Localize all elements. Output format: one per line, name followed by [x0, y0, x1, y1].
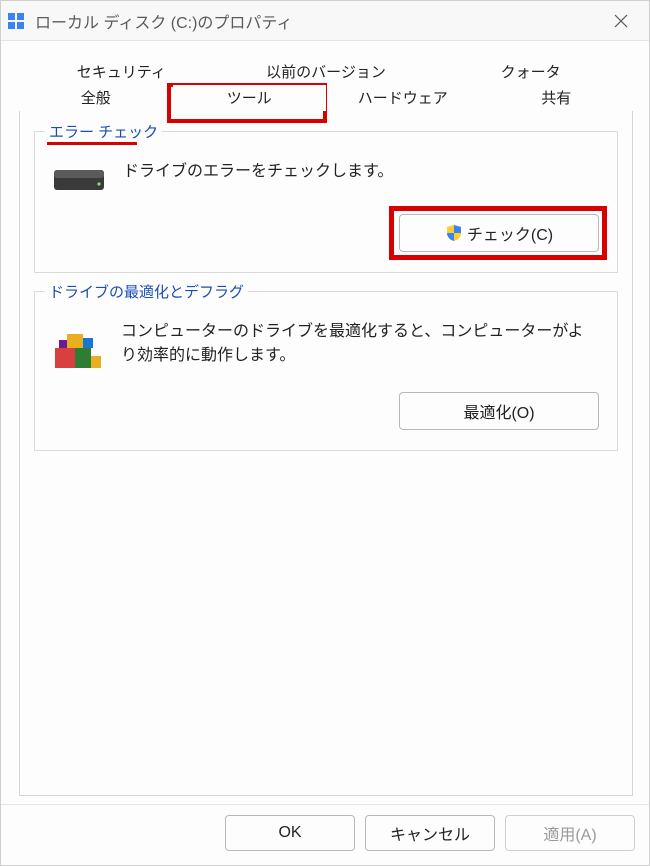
defrag-blocks-icon: [53, 322, 103, 372]
dialog-button-bar: OK キャンセル 適用(A): [1, 804, 649, 865]
shield-icon: [445, 224, 463, 242]
drive-icon: [53, 164, 105, 194]
tabs-row-1: セキュリティ 以前のバージョン クォータ: [19, 59, 633, 85]
tab-sharing[interactable]: 共有: [480, 85, 634, 111]
close-icon: [614, 14, 628, 28]
defrag-description: コンピューターのドライブを最適化すると、コンピューターがより効率的に動作します。: [121, 320, 599, 368]
tab-general[interactable]: 全般: [19, 85, 173, 111]
group-optimize-defrag: ドライブの最適化とデフラグ コンピューターのドライブを最適化すると、コンピュータ…: [34, 291, 618, 451]
check-button-label: チェック(C): [467, 221, 553, 245]
cancel-button[interactable]: キャンセル: [365, 815, 495, 851]
tab-tools[interactable]: ツール: [173, 85, 327, 111]
ok-button[interactable]: OK: [225, 815, 355, 851]
group-legend-error-checking: エラー チェック: [45, 121, 162, 142]
group-legend-defrag: ドライブの最適化とデフラグ: [45, 281, 248, 302]
close-button[interactable]: [599, 3, 643, 39]
check-button[interactable]: チェック(C): [399, 214, 599, 252]
tab-previous-versions[interactable]: 以前のバージョン: [224, 59, 429, 85]
app-icon: [7, 12, 25, 30]
optimize-button[interactable]: 最適化(O): [399, 392, 599, 430]
tab-panel-tools: エラー チェック ドライブのエラーをチェックします。: [19, 110, 633, 796]
tab-security[interactable]: セキュリティ: [19, 59, 224, 85]
apply-button[interactable]: 適用(A): [505, 815, 635, 851]
annotation-legend-underline: [47, 142, 137, 145]
error-check-description: ドライブのエラーをチェックします。: [123, 160, 599, 184]
group-error-checking: エラー チェック ドライブのエラーをチェックします。: [34, 131, 618, 273]
tabs-row-2: 全般 ツール ハードウェア 共有: [19, 85, 633, 111]
window-title: ローカル ディスク (C:)のプロパティ: [35, 9, 599, 33]
titlebar: ローカル ディスク (C:)のプロパティ: [1, 1, 649, 41]
properties-dialog: ローカル ディスク (C:)のプロパティ セキュリティ 以前のバージョン クォー…: [0, 0, 650, 866]
optimize-button-label: 最適化(O): [463, 399, 534, 423]
tab-quota[interactable]: クォータ: [428, 59, 633, 85]
tab-hardware[interactable]: ハードウェア: [326, 85, 480, 111]
dialog-content: セキュリティ 以前のバージョン クォータ 全般 ツール ハードウェア 共有 エラ…: [1, 41, 649, 804]
